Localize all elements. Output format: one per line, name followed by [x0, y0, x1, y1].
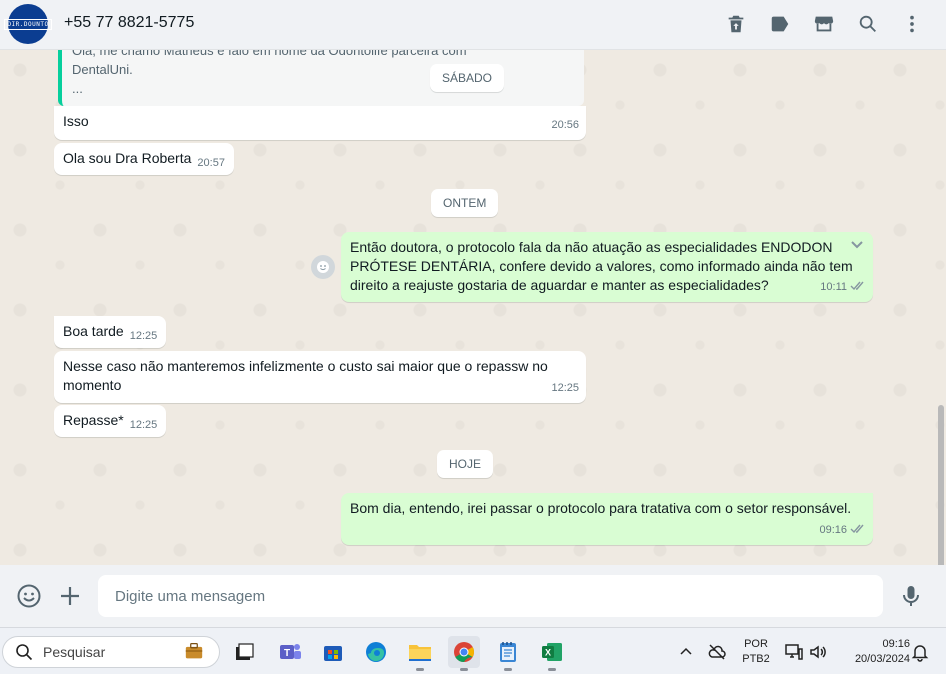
- taskbar-excel[interactable]: X: [536, 636, 568, 671]
- notification-bell-icon[interactable]: [910, 642, 930, 662]
- label-icon[interactable]: [766, 10, 794, 38]
- message-outgoing[interactable]: Bom dia, entendo, irei passar o protocol…: [341, 493, 873, 545]
- message-status: 09:16: [819, 521, 866, 540]
- windows-taskbar: Pesquisar T X POR PTB2 09:16 20/03/2024: [0, 627, 946, 674]
- chrome-icon: [454, 642, 475, 663]
- message-time: 12:25: [129, 330, 158, 342]
- taskbar-edge[interactable]: [360, 636, 392, 668]
- edge-icon: [366, 642, 386, 662]
- message-text: PRÓTESE DENTÁRIA, confere devido a valor…: [350, 258, 853, 274]
- search-icon: [16, 644, 33, 661]
- message-incoming[interactable]: Ola sou Dra Roberta 20:57: [54, 143, 234, 175]
- volume-icon[interactable]: [808, 642, 828, 662]
- message-text: Repasse*: [63, 412, 124, 428]
- taskbar-notepad[interactable]: [492, 636, 524, 671]
- store-app-icon: [324, 646, 342, 661]
- svg-text:X: X: [545, 648, 551, 658]
- chat-header: DIR.DOUNTO +55 77 8821-5775: [0, 0, 946, 50]
- smiley-icon: [317, 261, 329, 273]
- taskbar-search-label: Pesquisar: [43, 644, 106, 660]
- taskbar-chrome[interactable]: [448, 636, 480, 671]
- taskbar-search[interactable]: Pesquisar: [2, 636, 220, 668]
- day-separator-sabado: SÁBADO: [430, 64, 505, 92]
- quoted-message[interactable]: Olá, me chamo Matheus e falo em nome da …: [58, 50, 584, 106]
- search-icon[interactable]: [854, 10, 882, 38]
- day-separator-hoje: HOJE: [437, 450, 494, 478]
- message-text: Isso: [63, 113, 89, 129]
- double-check-icon: [850, 522, 866, 534]
- running-indicator: [548, 668, 556, 671]
- excel-icon: X: [542, 643, 562, 661]
- contact-name[interactable]: +55 77 8821-5775: [64, 14, 194, 32]
- keyboard-layout: PTB2: [742, 653, 770, 665]
- menu-icon[interactable]: [898, 10, 926, 38]
- system-clock[interactable]: 09:16 20/03/2024: [836, 637, 910, 667]
- briefcase-icon: [185, 643, 203, 659]
- message-text: Ola sou Dra Roberta: [63, 150, 192, 166]
- cloud-offline-icon[interactable]: [707, 642, 727, 662]
- language-code: POR: [744, 638, 768, 650]
- avatar[interactable]: DIR.DOUNTO: [4, 4, 52, 44]
- taskbar-task-view[interactable]: [228, 636, 260, 668]
- message-text: direito a reajuste gostaria de aguardar …: [350, 277, 769, 293]
- task-view-icon: [236, 643, 254, 660]
- language-indicator[interactable]: POR PTB2: [740, 637, 772, 667]
- message-incoming[interactable]: Repasse* 12:25: [54, 405, 167, 437]
- network-icon[interactable]: [784, 642, 804, 662]
- chevron-down-icon[interactable]: [849, 236, 865, 257]
- message-time: 09:16: [819, 524, 847, 536]
- svg-text:T: T: [284, 648, 290, 659]
- message-text: momento: [63, 377, 122, 393]
- message-text: Boa tarde: [63, 323, 124, 339]
- message-text: Nesse caso não manteremos infelizmente o…: [63, 358, 548, 374]
- message-time: 12:25: [129, 419, 158, 431]
- message-status: 10:11: [820, 278, 866, 297]
- avatar-text: DIR.DOUNTO: [4, 18, 52, 30]
- message-incoming[interactable]: Nesse caso não manteremos infelizmente o…: [54, 351, 586, 403]
- message-time: 20:56: [551, 119, 579, 131]
- quoted-line-cut: Olá, me chamo Matheus e falo em nome da …: [72, 50, 467, 58]
- running-indicator: [416, 668, 424, 671]
- store-icon[interactable]: [810, 10, 838, 38]
- chat-scrollbar[interactable]: [938, 405, 944, 565]
- double-check-icon: [850, 279, 866, 291]
- message-time: 12:25: [551, 382, 579, 394]
- day-separator-ontem: ONTEM: [431, 189, 499, 217]
- message-text: Bom dia, entendo, irei passar o protocol…: [350, 500, 852, 516]
- message-incoming[interactable]: Boa tarde 12:25: [54, 316, 167, 348]
- message-composer: [0, 565, 946, 627]
- message-time: 20:57: [197, 157, 225, 169]
- folder-icon: [409, 645, 431, 661]
- running-indicator: [460, 668, 468, 671]
- message-incoming[interactable]: Isso 20:56: [54, 106, 586, 140]
- taskbar-file-explorer[interactable]: [404, 636, 436, 671]
- clock-time: 09:16: [882, 638, 910, 650]
- attach-plus-icon[interactable]: [55, 581, 85, 611]
- notepad-icon: [500, 642, 516, 662]
- message-input[interactable]: [98, 575, 883, 617]
- delete-icon[interactable]: [722, 10, 750, 38]
- clock-date: 20/03/2024: [854, 653, 910, 665]
- header-actions: [722, 10, 926, 38]
- show-hidden-icons-chevron-icon[interactable]: [676, 642, 696, 662]
- emoji-reaction-button[interactable]: [311, 255, 335, 279]
- message-time: 10:11: [820, 281, 847, 293]
- message-text: Então doutora, o protocolo fala da não a…: [350, 239, 833, 255]
- emoji-icon[interactable]: [14, 581, 44, 611]
- teams-icon: T: [280, 644, 301, 659]
- message-outgoing[interactable]: Então doutora, o protocolo fala da não a…: [341, 232, 873, 302]
- taskbar-teams[interactable]: T: [274, 636, 306, 668]
- running-indicator: [504, 668, 512, 671]
- chat-area[interactable]: Olá, me chamo Matheus e falo em nome da …: [0, 50, 946, 565]
- microphone-icon[interactable]: [896, 581, 926, 611]
- taskbar-store[interactable]: [317, 636, 349, 668]
